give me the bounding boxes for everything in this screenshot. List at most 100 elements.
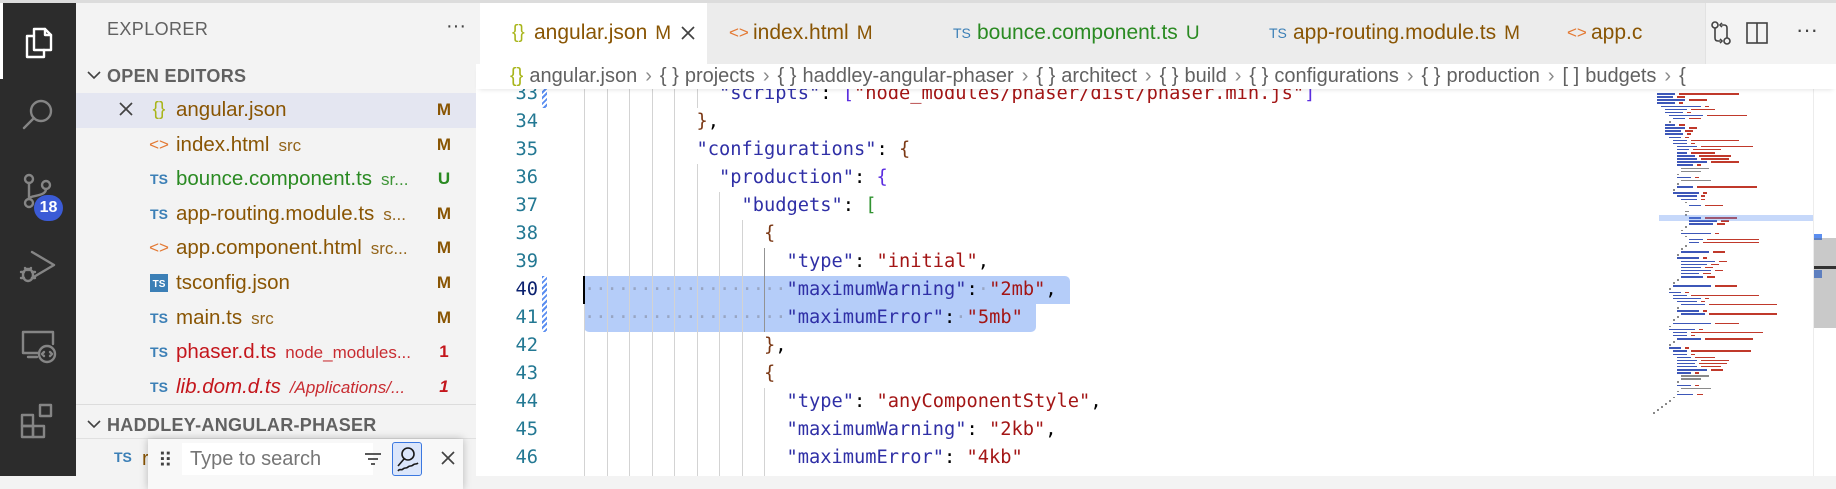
minimap-line: [1665, 127, 1685, 129]
code-line[interactable]: },: [764, 332, 787, 360]
tab-index-html[interactable]: <> index.html M: [707, 3, 932, 64]
open-editor-item[interactable]: {} angular.json M: [76, 93, 476, 128]
tab-app-routing-module-ts[interactable]: TS app-routing.module.ts M: [1247, 3, 1546, 64]
minimap-line: [1695, 176, 1699, 179]
open-editors-header[interactable]: OPEN EDITORS: [76, 61, 476, 91]
code-editor[interactable]: 33 "scripts": ["node_modules/phaser/dist/…: [476, 88, 1813, 476]
breadcrumb-item[interactable]: { } architect: [1036, 64, 1137, 89]
tab-app-c[interactable]: <> app.c: [1545, 3, 1706, 64]
code-line[interactable]: {: [764, 360, 775, 388]
breadcrumb-item[interactable]: { } projects: [660, 64, 755, 89]
minimap-line: [1691, 152, 1715, 154]
drag-handle-icon[interactable]: ⠿: [158, 451, 173, 471]
git-status-badge: 1: [439, 342, 449, 362]
minimap-line: [1681, 170, 1701, 173]
tab-label: angular.json M: [534, 21, 671, 45]
fuzzy-match-toggle-icon[interactable]: [392, 442, 422, 476]
search-icon[interactable]: [18, 95, 58, 135]
chevron-right-icon: ›: [1021, 65, 1029, 87]
minimap-line: [1719, 260, 1727, 263]
minimap-line: [1685, 291, 1689, 294]
open-editor-item[interactable]: <> index.html src M: [76, 128, 476, 163]
code-line[interactable]: },: [697, 108, 720, 136]
minimap-line: [1681, 378, 1701, 380]
open-editor-item[interactable]: TS phaser.d.ts node_modules... 1: [76, 335, 476, 370]
open-editors-title: OPEN EDITORS: [107, 66, 247, 86]
chevron-right-icon: ›: [1144, 65, 1152, 87]
code-line[interactable]: "scripts": ["node_modules/phaser/dist/ph…: [719, 88, 1315, 108]
minimap-line: [1701, 365, 1721, 368]
minimap-line: [1681, 387, 1711, 390]
minimap-line: [1669, 136, 1681, 139]
find-input[interactable]: [182, 443, 373, 475]
tab-bounce-component-ts[interactable]: TS bounce.component.ts U: [931, 3, 1248, 64]
tab-title: app-routing.module.ts: [1293, 21, 1497, 44]
breadcrumb-item[interactable]: {: [1679, 64, 1692, 89]
code-line[interactable]: "configurations": {: [697, 136, 911, 164]
line-number: 39: [515, 251, 538, 272]
code-line[interactable]: "maximumWarning": "2kb",: [787, 416, 1057, 444]
editor-more-actions-button[interactable]: ···: [1796, 17, 1818, 43]
breadcrumb-item[interactable]: { } haddley-angular-phaser: [778, 64, 1014, 89]
breadcrumb-item[interactable]: { } configurations: [1249, 64, 1398, 89]
breadcrumb-item[interactable]: {} angular.json: [510, 64, 637, 89]
open-editor-item[interactable]: TS main.ts src M: [76, 301, 476, 336]
file-path-description: /Applications/...: [289, 377, 406, 397]
close-icon[interactable]: [438, 448, 458, 468]
tab-angular-json[interactable]: {} angular.json M: [480, 3, 708, 64]
typescript-file-icon: TS: [150, 171, 168, 188]
extensions-icon[interactable]: [18, 401, 58, 441]
code-line[interactable]: "type": "anyComponentStyle",: [787, 388, 1102, 416]
code-line[interactable]: {: [764, 220, 775, 248]
open-editor-item[interactable]: TS lib.dom.d.ts/Applications/... 1: [76, 370, 476, 405]
minimap-line: [1669, 344, 1671, 346]
minimap[interactable]: [1651, 88, 1813, 476]
file-name: tsconfig.json: [176, 270, 290, 294]
code-line[interactable]: "type": "initial",: [787, 248, 990, 276]
code-line[interactable]: ··················"maximumWarning":·"2mb…: [584, 276, 1057, 304]
tab-label: app.c: [1591, 21, 1642, 45]
explorer-icon[interactable]: [18, 23, 58, 63]
code-token: :: [854, 251, 877, 272]
breadcrumb-item[interactable]: { } production: [1422, 64, 1540, 89]
minimap-line: [1677, 381, 1679, 383]
minimap-line: [1707, 114, 1747, 117]
minimap-line: [1679, 102, 1683, 104]
remote-explorer-icon[interactable]: [18, 325, 58, 365]
open-editor-item[interactable]: <> app.component.html src... M: [76, 231, 476, 266]
minimap-line: [1677, 161, 1707, 163]
scrollbar-thumb[interactable]: [1814, 238, 1836, 328]
file-name: angular.json: [176, 98, 287, 121]
open-editor-item[interactable]: TS bounce.component.ts sr... U: [76, 162, 476, 197]
typescript-file-icon: TS: [114, 449, 132, 465]
tab-git-status: M: [856, 23, 873, 44]
minimap-line: [1657, 99, 1685, 101]
split-editor-icon[interactable]: [1744, 20, 1770, 46]
code-lines[interactable]: 33 "scripts": ["node_modules/phaser/dist/…: [476, 88, 1813, 476]
open-changes-icon[interactable]: [1708, 20, 1734, 46]
tab-title: index.html: [753, 21, 849, 44]
minimap-line: [1673, 285, 1711, 287]
breadcrumb-label: projects: [684, 65, 755, 87]
minimap-line: [1677, 362, 1695, 365]
close-editor-icon[interactable]: [116, 99, 136, 119]
project-folder-header[interactable]: HADDLEY-ANGULAR-PHASER: [76, 410, 476, 440]
run-debug-icon[interactable]: [18, 246, 58, 286]
breadcrumb-item[interactable]: [ ] budgets: [1563, 64, 1657, 89]
code-line[interactable]: "production": {: [719, 164, 888, 192]
close-tab-icon[interactable]: [678, 23, 698, 43]
code-line[interactable]: "budgets": [: [742, 192, 877, 220]
whitespace-dot: ·: [977, 279, 990, 300]
filter-icon[interactable]: [362, 448, 384, 470]
breadcrumb-item[interactable]: { } build: [1160, 64, 1227, 89]
code-line[interactable]: ··················"maximumError":·"5mb": [584, 304, 1023, 332]
open-editor-item[interactable]: TS tsconfig.json M: [76, 266, 476, 301]
chevron-right-icon: ›: [1664, 65, 1672, 87]
open-editor-item[interactable]: TS app-routing.module.ts s... M: [76, 197, 476, 232]
minimap-line: [1661, 406, 1663, 408]
sidebar-more-actions-button[interactable]: ···: [446, 15, 466, 38]
minimap-line: [1673, 319, 1675, 321]
vertical-scrollbar[interactable]: [1813, 88, 1836, 476]
minimap-line: [1673, 117, 1685, 120]
code-line[interactable]: "maximumError": "4kb": [787, 444, 1023, 472]
